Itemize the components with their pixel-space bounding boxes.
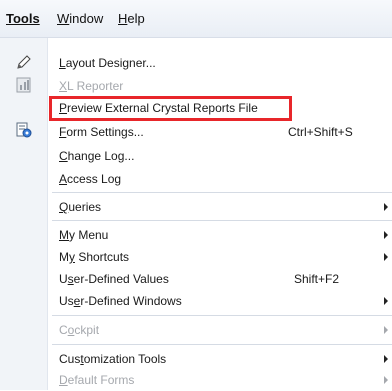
menu-separator	[52, 192, 392, 193]
tools-dropdown-menu: Layout Designer... XL Reporter Preview E…	[0, 38, 392, 390]
menu-item-label: Form Settings...	[59, 125, 144, 139]
menu-item-label: Access Log	[59, 172, 122, 186]
menu-separator	[52, 220, 392, 221]
menu-item-change-log[interactable]: Change Log...	[0, 145, 392, 167]
menu-window-mnemonic: W	[57, 11, 70, 26]
submenu-arrow-icon	[384, 253, 388, 261]
submenu-arrow-icon	[384, 376, 388, 384]
menu-item-user-defined-windows[interactable]: User-Defined Windows	[0, 290, 392, 312]
menu-item-label: Change Log...	[59, 149, 135, 163]
menu-tools-label: Tools	[6, 11, 40, 26]
menu-item-label: Preview External Crystal Reports File	[59, 101, 258, 115]
submenu-arrow-icon	[384, 231, 388, 239]
menu-separator	[52, 344, 392, 345]
menu-item-my-menu[interactable]: My Menu	[0, 224, 392, 246]
menu-help[interactable]: Help	[118, 11, 145, 26]
menu-item-customization-tools[interactable]: Customization Tools	[0, 348, 392, 370]
menu-item-user-defined-values[interactable]: User-Defined Values Shift+F2	[0, 268, 392, 290]
menu-window[interactable]: Window	[57, 11, 103, 26]
menu-item-default-forms: Default Forms	[0, 369, 392, 391]
shortcut-user-defined-values: Shift+F2	[294, 272, 340, 286]
menu-item-xl-reporter: XL Reporter	[0, 75, 392, 97]
menu-item-label: Cockpit	[59, 323, 100, 337]
menu-item-cockpit: Cockpit	[0, 319, 392, 341]
menu-item-layout-designer[interactable]: Layout Designer...	[0, 52, 392, 74]
menu-item-label: Queries	[59, 200, 102, 214]
submenu-arrow-icon	[384, 297, 388, 305]
menu-window-label: indow	[69, 11, 104, 26]
menu-item-label: My Menu	[59, 228, 109, 242]
menu-item-form-settings[interactable]: Form Settings... Ctrl+Shift+S	[0, 121, 392, 143]
menu-item-label: Customization Tools	[59, 352, 167, 366]
menu-bar: Tools Window Help	[0, 0, 392, 38]
menu-item-label: User-Defined Windows	[59, 294, 182, 308]
menu-item-queries[interactable]: Queries	[0, 196, 392, 218]
submenu-arrow-icon	[384, 355, 388, 363]
submenu-arrow-icon	[384, 326, 388, 334]
menu-item-label: User-Defined Values	[59, 272, 169, 286]
menu-item-label: Default Forms	[59, 373, 135, 387]
menu-item-preview-crystal-reports[interactable]: Preview External Crystal Reports File	[49, 96, 292, 121]
menu-item-label: Layout Designer...	[59, 56, 156, 70]
shortcut-form-settings: Ctrl+Shift+S	[288, 125, 353, 139]
menu-item-my-shortcuts[interactable]: My Shortcuts	[0, 246, 392, 268]
submenu-arrow-icon	[384, 203, 388, 211]
menu-separator	[52, 315, 392, 316]
menu-item-label: XL Reporter	[59, 79, 124, 93]
menu-help-label: elp	[127, 11, 145, 26]
menu-tools[interactable]: Tools	[6, 11, 40, 26]
menu-item-label: My Shortcuts	[59, 250, 130, 264]
menu-item-access-log[interactable]: Access Log	[0, 168, 392, 190]
menu-help-mnemonic: H	[118, 11, 128, 26]
